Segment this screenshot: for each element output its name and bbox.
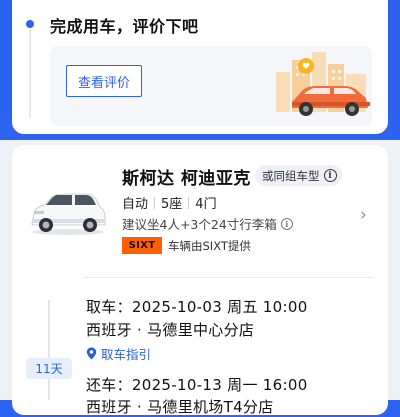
section-divider	[84, 277, 374, 278]
return-datetime: 还车：2025-10-13 周一 16:00	[86, 376, 308, 394]
chevron-right-icon[interactable]: ›	[360, 205, 367, 225]
info-icon[interactable]: i	[323, 169, 337, 182]
status-timeline	[29, 30, 31, 118]
review-panel: 查看评价	[50, 46, 372, 126]
pickup-location: 西班牙 · 马德里中心分店	[86, 321, 255, 339]
car-illustration-icon	[276, 52, 370, 116]
pickup-guide-link[interactable]: 取车指引	[86, 344, 151, 363]
rental-days-badge: 11天	[26, 358, 72, 379]
spec-seats: 5座	[161, 197, 183, 212]
spec-divider	[154, 196, 156, 209]
status-dot	[26, 20, 34, 28]
car-image	[31, 193, 106, 235]
luggage-suggestion: 建议坐4人+3个24寸行李箱 i	[122, 214, 293, 233]
spec-divider	[188, 196, 190, 209]
car-specs: 自动 5座 4门	[122, 193, 217, 212]
similar-group-tag[interactable]: 或同组车型 i	[255, 165, 342, 186]
sixt-logo: SIXT	[122, 237, 162, 254]
luggage-text: 建议坐4人+3个24寸行李箱	[122, 217, 277, 232]
view-review-button[interactable]: 查看评价	[66, 65, 142, 97]
provider-text: 车辆由SIXT提供	[168, 239, 251, 253]
pickup-guide-label: 取车指引	[101, 347, 152, 362]
luggage-info-icon[interactable]: i	[280, 217, 293, 230]
status-title: 完成用车，评价下吧	[50, 17, 199, 36]
rental-timeline	[48, 300, 50, 400]
pickup-datetime: 取车：2025-10-03 周五 10:00	[86, 298, 308, 316]
spec-doors: 4门	[195, 197, 217, 212]
location-pin-icon	[86, 347, 97, 360]
similar-group-label: 或同组车型	[262, 168, 320, 183]
spec-transmission: 自动	[122, 197, 149, 212]
return-location: 西班牙 · 马德里机场T4分店	[86, 398, 274, 416]
car-name: 斯柯达 柯迪亚克	[122, 169, 251, 189]
